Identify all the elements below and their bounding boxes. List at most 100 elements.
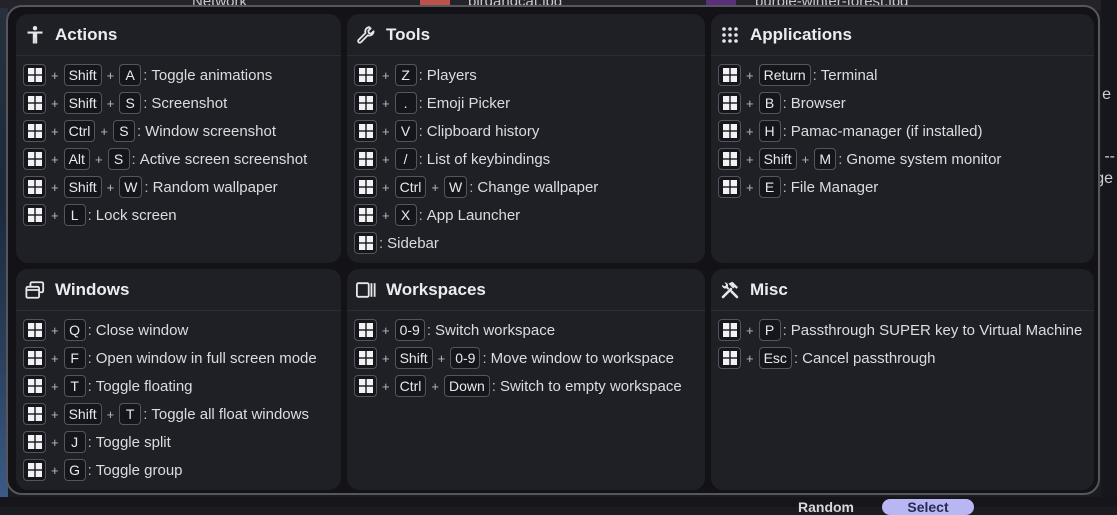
super-key — [718, 92, 741, 114]
panel-title: Misc — [750, 279, 788, 299]
key-symbol: . — [394, 92, 417, 114]
keybinding-description: Toggle animations — [151, 66, 273, 84]
panel-header: Tools — [347, 14, 705, 56]
keybinding-list: + Return: Terminal + B: Browser + H: Pamac-manag… — [711, 56, 1094, 201]
keybinding-description: Terminal — [820, 66, 878, 84]
windows-logo-icon — [27, 407, 42, 421]
plus-separator: + — [94, 151, 103, 167]
keybinding-description: Window screenshot — [145, 122, 277, 140]
super-key — [23, 176, 46, 198]
plus-separator: + — [106, 179, 115, 195]
colon-separator: : — [418, 66, 423, 84]
keybinding-row: + P: Passthrough SUPER key to Virtual Mach… — [711, 316, 1094, 344]
key-esc: Esc — [758, 347, 792, 369]
keybinding-row: + Z: Players — [347, 61, 705, 89]
keybinding-row: + L: Lock screen — [16, 201, 341, 229]
plus-separator: + — [382, 322, 390, 338]
super-key — [354, 176, 377, 198]
keybinding-row: + Ctrl + S: Window screenshot — [16, 117, 341, 145]
plus-separator: + — [51, 434, 59, 450]
windows-logo-icon — [27, 152, 42, 166]
plus-separator: + — [51, 179, 59, 195]
super-key — [354, 148, 377, 170]
key-f: F — [63, 347, 86, 369]
keybinding-list: + Z: Players +.: Emoji Picker + V: Clipboard hi… — [347, 56, 705, 257]
colon-separator: : — [87, 349, 92, 367]
key-q: Q — [63, 319, 86, 341]
keybinding-row: + Ctrl + Down: Switch to empty workspace — [347, 372, 705, 400]
plus-separator: + — [746, 350, 754, 366]
windows-logo-icon — [722, 180, 737, 194]
key-p: P — [758, 319, 781, 341]
colon-separator: : — [491, 377, 496, 395]
super-key — [718, 347, 741, 369]
panel-windows: Windows + Q: Close window + F: Open window in … — [16, 269, 341, 490]
windows-logo-icon — [722, 351, 737, 365]
super-key — [23, 431, 46, 453]
colon-separator: : — [87, 433, 92, 451]
windows-logo-icon — [358, 96, 373, 110]
wrench-icon — [356, 25, 376, 45]
plus-separator: + — [106, 95, 115, 111]
plus-separator: + — [100, 123, 108, 139]
colon-separator: : — [782, 122, 787, 140]
windows-stack-icon — [25, 280, 45, 300]
super-key — [23, 92, 46, 114]
key-v: V — [394, 120, 417, 142]
background-random-button[interactable]: Random — [790, 499, 862, 515]
keybinding-description: Toggle floating — [95, 377, 193, 395]
panel-header: Workspaces — [347, 269, 705, 311]
colon-separator: : — [136, 122, 142, 140]
super-key — [354, 92, 377, 114]
key-ctrl: Ctrl — [394, 375, 427, 397]
keybinding-list: + P: Passthrough SUPER key to Virtual Mach… — [711, 311, 1094, 372]
keybinding-description: Cancel passthrough — [802, 349, 936, 367]
keybinding-row: + /: List of keybindings — [347, 145, 705, 173]
super-key — [354, 232, 377, 254]
windows-logo-icon — [358, 68, 373, 82]
background-select-button[interactable]: Select — [882, 499, 974, 515]
key-b: B — [758, 92, 781, 114]
key-s: S — [119, 92, 142, 114]
super-key — [354, 375, 377, 397]
plus-separator: + — [746, 322, 754, 338]
windows-logo-icon — [358, 152, 373, 166]
windows-logo-icon — [27, 323, 42, 337]
windows-logo-icon — [27, 351, 42, 365]
windows-logo-icon — [358, 323, 373, 337]
key-shift: Shift — [394, 347, 433, 369]
keybinding-row: +0-9: Switch workspace — [347, 316, 705, 344]
plus-separator: + — [51, 378, 59, 394]
key-w: W — [443, 176, 468, 198]
key-shift: Shift — [63, 92, 102, 114]
windows-logo-icon — [27, 96, 42, 110]
plus-separator: + — [746, 179, 754, 195]
plus-separator: + — [106, 67, 115, 83]
key-shift: Shift — [63, 176, 102, 198]
windows-logo-icon — [27, 379, 42, 393]
keybinding-description: Move window to workspace — [490, 349, 675, 367]
panel-title: Workspaces — [386, 279, 486, 299]
key-l: L — [63, 204, 86, 226]
key-z: Z — [394, 64, 417, 86]
super-key — [718, 148, 741, 170]
keybinding-row: : Sidebar — [347, 229, 705, 257]
super-key — [23, 204, 46, 226]
keybinding-description: Gnome system monitor — [846, 150, 1002, 168]
key-symbol: / — [394, 148, 417, 170]
plus-separator: + — [382, 151, 390, 167]
keybinding-row: + H: Pamac-manager (if installed) — [711, 117, 1094, 145]
panel-header: Misc — [711, 269, 1094, 311]
plus-separator: + — [746, 123, 754, 139]
plus-separator: + — [51, 151, 59, 167]
keybinding-description: List of keybindings — [426, 150, 551, 168]
key-s: S — [107, 148, 130, 170]
super-key — [23, 319, 46, 341]
colon-separator: : — [143, 405, 148, 423]
windows-logo-icon — [722, 323, 737, 337]
plus-separator: + — [51, 123, 59, 139]
key-a: A — [119, 64, 142, 86]
windows-logo-icon — [358, 208, 373, 222]
windows-logo-icon — [722, 124, 737, 138]
keybinding-row: +.: Emoji Picker — [347, 89, 705, 117]
